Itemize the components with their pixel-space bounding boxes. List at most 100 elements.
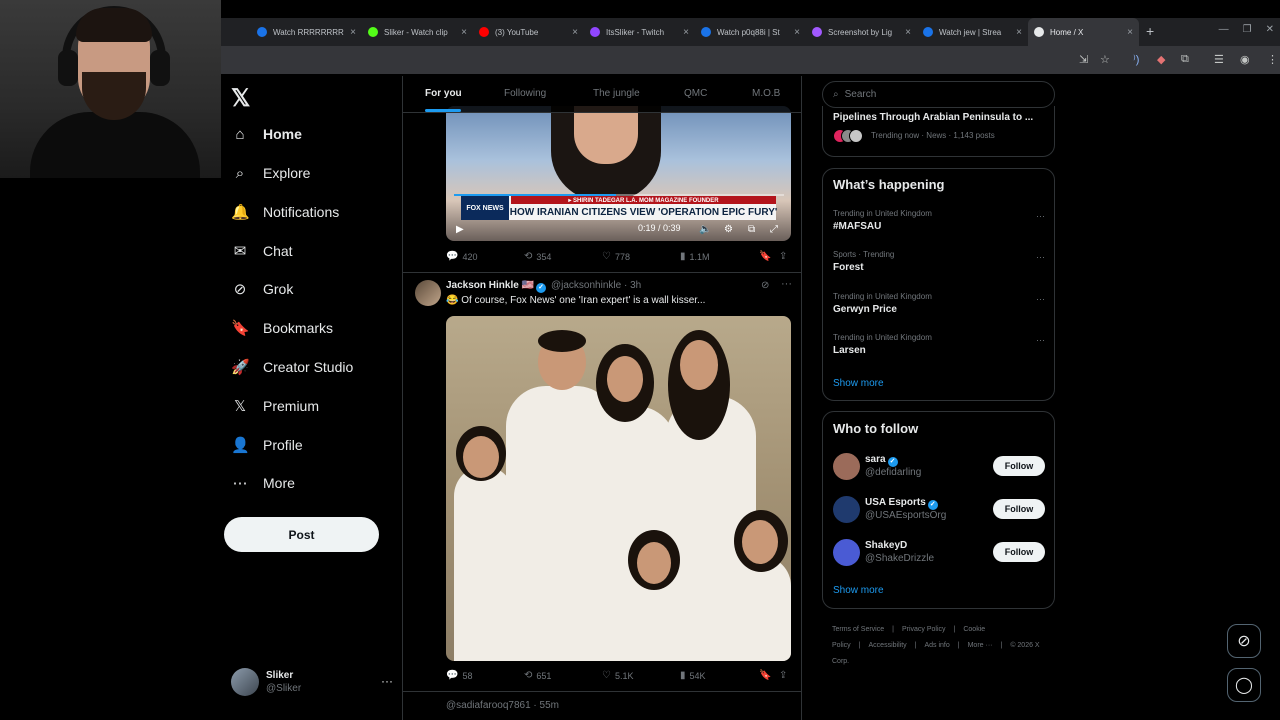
extension-icon[interactable]: ⁾) (1133, 53, 1139, 66)
install-icon[interactable]: ⇲ (1079, 53, 1088, 66)
footer-link[interactable]: Terms of Service (832, 626, 884, 633)
trend-item[interactable]: Trending in United Kingdom Larsen ··· (833, 333, 1045, 363)
nav-item-notifications[interactable]: 🔔 Notifications (231, 199, 339, 225)
restore-button[interactable]: ❐ (1243, 24, 1252, 35)
views-button[interactable]: ▮ 54K (680, 670, 706, 681)
more-icon[interactable]: ··· (1036, 211, 1045, 221)
browser-tab[interactable]: Watch RRRRRRRR × (251, 18, 362, 46)
nav-item-profile[interactable]: 👤 Profile (231, 432, 303, 458)
x-logo-icon[interactable]: 𝕏 (231, 84, 250, 113)
pip-icon[interactable]: ⧉ (748, 224, 755, 235)
star-icon[interactable]: ☆ (1100, 53, 1110, 66)
nav-item-label: Grok (263, 281, 294, 297)
browser-tab[interactable]: (3) YouTube × (473, 18, 584, 46)
more-icon[interactable]: ··· (1036, 252, 1045, 262)
next-tweet-handle[interactable]: @sadiafarooq7861 · 55m (446, 700, 559, 711)
nav-item-creator-studio[interactable]: 🚀 Creator Studio (231, 354, 353, 380)
puzzle-icon[interactable]: ⧉ (1181, 53, 1189, 66)
tweet-author-handle[interactable]: @jacksonhinkle · 3h (551, 280, 641, 291)
share-button[interactable]: ⇪ (779, 251, 787, 262)
tab-the-jungle[interactable]: The jungle (593, 88, 640, 99)
nav-item-home[interactable]: ⌂ Home (231, 121, 301, 147)
tab-following[interactable]: Following (504, 88, 546, 99)
trend-item[interactable]: Trending in United Kingdom #MAFSAU ··· (833, 209, 1045, 239)
follow-button[interactable]: Follow (993, 456, 1045, 476)
tab-close-icon[interactable]: × (1016, 27, 1022, 38)
follow-suggestion[interactable]: ShakeyD @ShakeDrizzle Follow (833, 538, 1045, 568)
nav-item-explore[interactable]: ⌕ Explore (231, 160, 311, 186)
follow-button[interactable]: Follow (993, 542, 1045, 562)
active-tab-indicator (425, 109, 461, 112)
reply-button[interactable]: 💬 58 (446, 670, 472, 681)
footer-link[interactable]: Ads info (924, 642, 949, 649)
follow-suggestion[interactable]: sara ✓ @defidarling Follow (833, 452, 1045, 482)
bookmark-button[interactable]: 🔖 (759, 251, 771, 262)
volume-icon[interactable]: 🔈 (699, 224, 711, 235)
show-more-link[interactable]: Show more (833, 378, 884, 389)
nav-item-chat[interactable]: ✉ Chat (231, 238, 293, 264)
browser-tab[interactable]: ItsSliker - Twitch × (584, 18, 695, 46)
close-window-button[interactable]: ✕ (1266, 24, 1274, 35)
like-button[interactable]: ♡ 778 (602, 251, 630, 262)
footer-link[interactable]: Privacy Policy (902, 626, 946, 633)
show-more-link[interactable]: Show more (833, 585, 884, 596)
avatar[interactable] (415, 280, 441, 306)
tab-mob[interactable]: M.O.B (752, 88, 780, 99)
browser-tab[interactable]: Sliker - Watch clip × (362, 18, 473, 46)
tab-close-icon[interactable]: × (683, 27, 689, 38)
play-icon[interactable]: ▶ (456, 224, 464, 235)
messages-fab-button[interactable]: ◯ (1227, 668, 1261, 702)
grok-fab-button[interactable]: ⊘ (1227, 624, 1261, 658)
post-button[interactable]: Post (224, 517, 379, 552)
footer-link[interactable]: More ··· (968, 642, 993, 649)
extension-icon[interactable]: ◆ (1157, 53, 1165, 66)
grok-icon[interactable]: ⊘ (761, 280, 769, 291)
repost-button[interactable]: ⟲ 354 (524, 251, 551, 262)
profile-icon[interactable]: ◉ (1240, 53, 1250, 66)
trend-card[interactable]: Pipelines Through Arabian Peninsula to .… (822, 106, 1055, 157)
more-icon[interactable]: ··· (1036, 294, 1045, 304)
tweet-video[interactable]: FOX NEWS ▸ SHIRIN TADEGAR L.A. MOM MAGAZ… (446, 106, 791, 241)
trend-item[interactable]: Trending in United Kingdom Gerwyn Price … (833, 292, 1045, 322)
browser-tab-active[interactable]: Home / X × (1028, 18, 1139, 46)
tab-for-you[interactable]: For you (425, 88, 462, 99)
tab-close-icon[interactable]: × (350, 27, 356, 38)
tab-close-icon[interactable]: × (905, 27, 911, 38)
reply-button[interactable]: 💬 420 (446, 251, 477, 262)
tab-close-icon[interactable]: × (461, 27, 467, 38)
nav-item-bookmarks[interactable]: 🔖 Bookmarks (231, 315, 333, 341)
tweet-photo[interactable] (446, 316, 791, 661)
browser-tab[interactable]: Watch jew | Strea × (917, 18, 1028, 46)
share-button[interactable]: ⇪ (779, 670, 787, 681)
nav-item-more[interactable]: ⋯ More (231, 470, 295, 496)
views-button[interactable]: ▮ 1.1M (680, 251, 710, 262)
nav-item-premium[interactable]: 𝕏 Premium (231, 393, 319, 419)
search-icon: ⌕ (833, 89, 839, 100)
reading-list-icon[interactable]: ☰ (1214, 53, 1224, 66)
footer-link[interactable]: Accessibility (869, 642, 907, 649)
minimize-button[interactable]: — (1219, 24, 1229, 35)
search-input[interactable]: ⌕ Search (822, 81, 1055, 108)
more-icon[interactable]: ··· (381, 674, 393, 688)
like-button[interactable]: ♡ 5.1K (602, 670, 633, 681)
bookmark-button[interactable]: 🔖 (759, 670, 771, 681)
follow-button[interactable]: Follow (993, 499, 1045, 519)
tab-qmc[interactable]: QMC (684, 88, 707, 99)
repost-button[interactable]: ⟲ 651 (524, 670, 551, 681)
nav-item-grok[interactable]: ⊘ Grok (231, 276, 294, 302)
settings-icon[interactable]: ⚙ (724, 224, 733, 235)
browser-tab[interactable]: Watch p0q88i | St × (695, 18, 806, 46)
menu-icon[interactable]: ⋮ (1267, 53, 1278, 66)
tab-close-icon[interactable]: × (1127, 27, 1133, 38)
tab-close-icon[interactable]: × (794, 27, 800, 38)
follow-suggestion[interactable]: USA Esports ✓ @USAEsportsOrg Follow (833, 495, 1045, 525)
tab-close-icon[interactable]: × (572, 27, 578, 38)
more-icon[interactable]: ··· (781, 278, 792, 290)
browser-tab[interactable]: Screenshot by Lig × (806, 18, 917, 46)
tweet-author-name[interactable]: Jackson Hinkle 🇺🇸 ✓ (446, 280, 547, 293)
new-tab-button[interactable]: + (1146, 23, 1154, 39)
fullscreen-icon[interactable]: ⤢ (770, 224, 778, 235)
account-switcher[interactable]: Sliker @Sliker ··· (231, 668, 393, 698)
trend-item[interactable]: Sports · Trending Forest ··· (833, 250, 1045, 280)
more-icon[interactable]: ··· (1036, 335, 1045, 345)
